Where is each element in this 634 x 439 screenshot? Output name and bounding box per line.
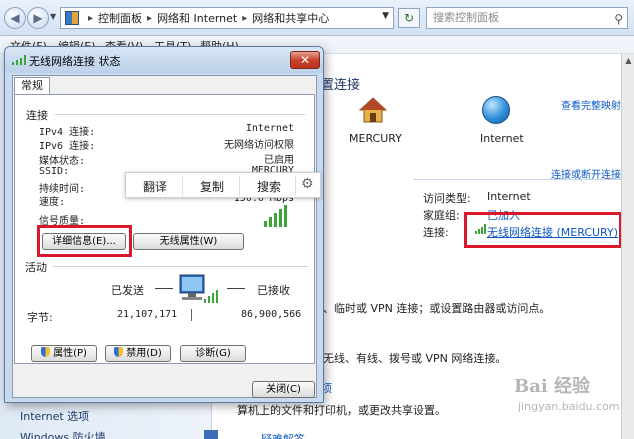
- troubleshoot-icon: [204, 430, 218, 439]
- homegroup-label: 家庭组:: [423, 209, 460, 222]
- ipv6-label: IPv6 连接:: [39, 141, 96, 152]
- search-placeholder: 搜索控制面板: [433, 11, 499, 24]
- signal-strength-icon: [264, 205, 287, 227]
- connection-group-label: 连接: [26, 109, 48, 122]
- popup-divider: [182, 176, 183, 196]
- refresh-icon: ↻: [403, 11, 415, 25]
- ipv6-value: 无网络访问权限: [224, 140, 294, 151]
- group-divider: [55, 114, 305, 115]
- group-divider: [53, 266, 308, 267]
- highlight-box: [464, 212, 622, 248]
- recent-pages-dropdown-icon[interactable]: ▼: [50, 12, 56, 21]
- activity-dash: [155, 288, 173, 289]
- sharing-text: 算机上的文件和打印机，或更改共享设置。: [237, 404, 446, 417]
- full-map-link[interactable]: 查看完整映射: [561, 97, 621, 112]
- internet-node-label: Internet: [480, 132, 524, 145]
- chevron-right-icon: ▸: [88, 12, 94, 24]
- page-title: 置连接: [321, 78, 361, 93]
- watermark-text: Bai 经验: [514, 376, 590, 397]
- access-type-value: Internet: [487, 190, 531, 203]
- properties-button-label: 属性(P): [53, 348, 87, 359]
- highlight-box: [37, 225, 132, 257]
- dialog-titlebar[interactable]: 无线网络连接 状态 ✕: [5, 47, 323, 73]
- media-state-value: 已启用: [264, 155, 294, 166]
- wireless-status-dialog: 无线网络连接 状态 ✕ 常规 连接 IPv4 连接: Internet IPv6…: [4, 46, 324, 403]
- activity-dash: [227, 288, 245, 289]
- chevron-right-icon: ▸: [147, 12, 153, 24]
- popup-divider: [239, 176, 240, 196]
- media-state-label: 媒体状态:: [39, 156, 86, 167]
- gear-icon[interactable]: ⚙: [301, 176, 314, 192]
- translate-button[interactable]: 翻译: [143, 178, 167, 195]
- internet-options-link[interactable]: Internet 选项: [20, 408, 89, 424]
- breadcrumb-network-internet[interactable]: 网络和 Internet: [157, 10, 237, 26]
- ipv4-label: IPv4 连接:: [39, 127, 96, 138]
- close-window-button[interactable]: ✕: [290, 51, 320, 69]
- scroll-up-icon[interactable]: ▲: [623, 56, 634, 68]
- address-bar[interactable]: ▸ 控制面板 ▸ 网络和 Internet ▸ 网络和共享中心 ▼: [60, 7, 394, 29]
- bytes-received-value: 86,900,566: [241, 309, 302, 320]
- divider: [413, 179, 621, 180]
- bytes-divider: [191, 309, 192, 321]
- properties-button[interactable]: 属性(P): [31, 345, 97, 362]
- bytes-sent-value: 21,107,171: [117, 309, 178, 320]
- bytes-label: 字节:: [27, 311, 53, 324]
- close-button[interactable]: 关闭(C): [252, 381, 315, 398]
- forward-arrow-icon[interactable]: ▶: [27, 7, 49, 29]
- speed-label: 速度:: [39, 197, 66, 208]
- shield-icon: [114, 347, 124, 357]
- activity-group-label: 活动: [25, 261, 47, 274]
- disable-button[interactable]: 禁用(D): [105, 345, 171, 362]
- address-dropdown-icon[interactable]: ▼: [382, 11, 389, 21]
- search-icon: ⚲: [614, 12, 623, 26]
- windows-firewall-link[interactable]: Windows 防火墙: [20, 429, 106, 439]
- breadcrumb-control-panel[interactable]: 控制面板: [98, 10, 142, 26]
- tab-general[interactable]: 常规: [14, 77, 50, 95]
- ssid-label: SSID:: [39, 166, 70, 177]
- close-icon: ✕: [299, 53, 311, 67]
- breadcrumb-sharing-center[interactable]: 网络和共享中心: [252, 10, 329, 26]
- shield-icon: [41, 347, 51, 357]
- ipv4-value: Internet: [245, 123, 294, 134]
- diagnose-button[interactable]: 诊断(G): [180, 345, 246, 362]
- troubleshoot-link[interactable]: 疑难解答: [261, 431, 305, 439]
- search-button[interactable]: 搜索: [257, 178, 281, 195]
- disable-button-label: 禁用(D): [126, 348, 162, 359]
- network-computer-icon: [179, 274, 218, 303]
- connect-network-text: 无线、有线、拨号或 VPN 网络连接。: [323, 352, 507, 365]
- control-panel-icon: [65, 11, 79, 25]
- watermark-subtext: jingyan.baidu.com: [518, 400, 620, 413]
- baidu-watermark: Bai 经验 jingyan.baidu.com: [474, 368, 630, 428]
- refresh-button[interactable]: ↻: [398, 8, 420, 28]
- wireless-properties-button[interactable]: 无线属性(W): [133, 233, 244, 250]
- signal-icon: [12, 55, 26, 65]
- chevron-right-icon: ▸: [242, 12, 248, 24]
- access-type-label: 访问类型:: [423, 192, 471, 205]
- setup-connection-text: 、临时或 VPN 连接；或设置路由器或访问点。: [323, 302, 551, 315]
- search-input[interactable]: 搜索控制面板 ⚲: [426, 7, 628, 29]
- address-toolbar: ◀ ▶ ▼ ▸ 控制面板 ▸ 网络和 Internet ▸ 网络和共享中心 ▼ …: [0, 0, 634, 36]
- sent-label: 已发送: [111, 284, 144, 297]
- globe-icon: [482, 96, 510, 124]
- router-node-label: MERCURY: [349, 132, 402, 145]
- house-icon: [358, 97, 388, 123]
- popup-divider: [295, 176, 296, 196]
- connection-label: 连接:: [423, 226, 449, 239]
- received-label: 已接收: [257, 284, 290, 297]
- copy-button[interactable]: 复制: [200, 178, 224, 195]
- dialog-title: 无线网络连接 状态: [29, 55, 121, 68]
- translate-popup: 翻译 复制 搜索 ⚙: [125, 172, 321, 198]
- back-arrow-icon[interactable]: ◀: [4, 7, 26, 29]
